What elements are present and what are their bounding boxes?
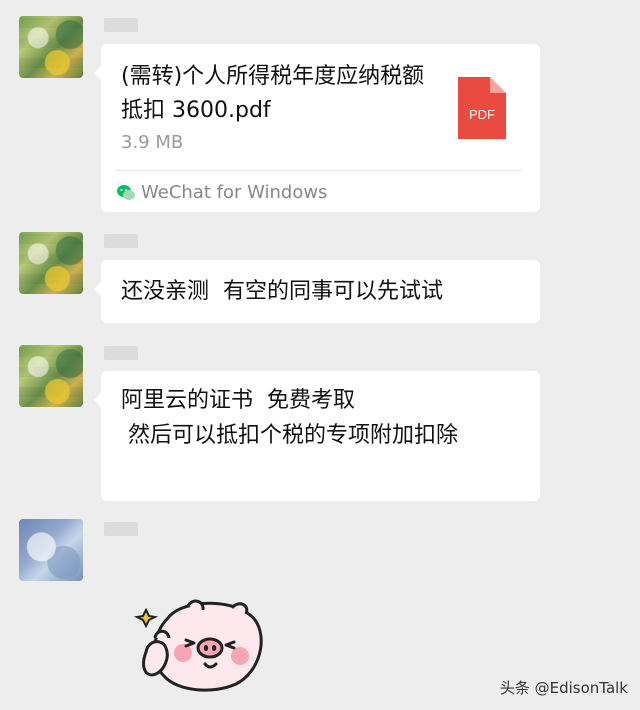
sender-name-blurred — [104, 522, 138, 536]
message-text: 还没亲测 有空的同事可以先试试 — [121, 279, 443, 304]
watermark: 头条 @EdisonTalk — [499, 679, 628, 697]
pig-sticker[interactable] — [128, 598, 264, 693]
sender-avatar[interactable] — [19, 345, 83, 407]
file-divider — [116, 170, 522, 171]
message-text: 阿里云的证书 免费考取 然后可以抵扣个税的专项附加扣除 — [121, 388, 459, 448]
sender-avatar[interactable] — [19, 519, 83, 581]
sender-name-blurred — [104, 234, 138, 248]
sender-avatar[interactable] — [19, 232, 83, 294]
file-message-bubble[interactable]: (需转)个人所得税年度应纳税额抵扣 3600.pdf 3.9 MB PDF We… — [94, 44, 540, 212]
file-name: (需转)个人所得税年度应纳税额抵扣 3600.pdf — [121, 64, 425, 123]
pdf-file-icon: PDF — [458, 77, 506, 139]
sender-name-blurred — [104, 346, 138, 360]
sender-name-blurred — [104, 18, 138, 32]
file-size: 3.9 MB — [121, 132, 184, 153]
wechat-icon — [117, 185, 135, 200]
sender-avatar[interactable] — [19, 16, 83, 78]
file-source-label: WeChat for Windows — [141, 182, 328, 203]
pdf-icon-label: PDF — [469, 107, 495, 122]
text-message-bubble[interactable]: 还没亲测 有空的同事可以先试试 — [94, 260, 540, 323]
text-message-bubble[interactable]: 阿里云的证书 免费考取 然后可以抵扣个税的专项附加扣除 — [94, 371, 540, 501]
